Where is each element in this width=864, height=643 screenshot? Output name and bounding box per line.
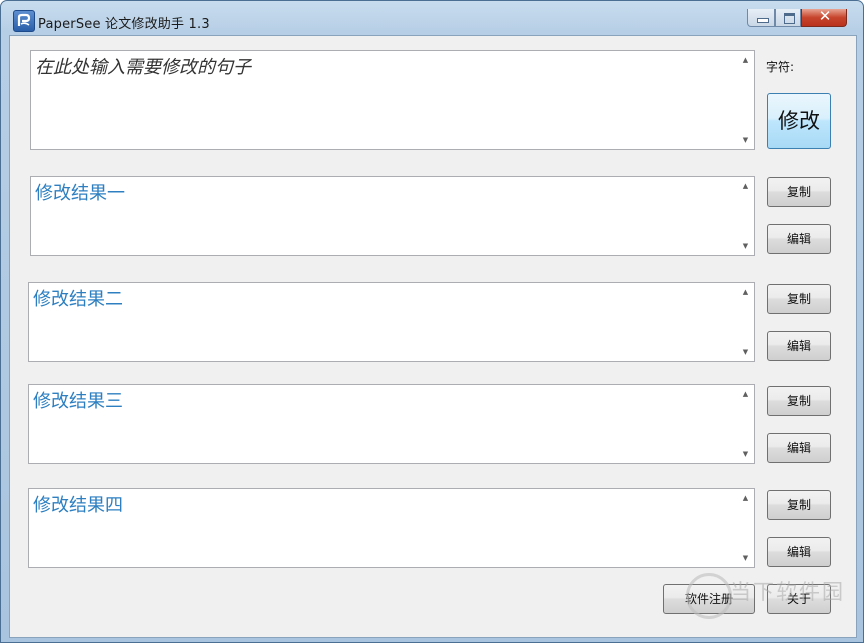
title-bar[interactable]: PaperSee 论文修改助手 1.3 ✕ xyxy=(1,1,863,35)
close-icon: ✕ xyxy=(818,7,832,25)
scroll-down-arrow-icon[interactable]: ▼ xyxy=(737,447,754,461)
close-button[interactable]: ✕ xyxy=(801,7,847,27)
sentence-input[interactable]: 在此处输入需要修改的句子 ▲ ▼ xyxy=(30,50,755,150)
scroll-up-arrow-icon[interactable]: ▲ xyxy=(737,387,754,401)
maximize-button[interactable] xyxy=(775,9,801,27)
char-count-label: 字符: xyxy=(766,60,795,74)
result-4-scrollbar[interactable]: ▲ ▼ xyxy=(737,489,754,567)
result-text-3: 修改结果三 xyxy=(33,391,123,412)
result-3-scrollbar[interactable]: ▲ ▼ xyxy=(737,385,754,463)
window-title: PaperSee 论文修改助手 1.3 xyxy=(38,17,210,32)
maximize-icon xyxy=(784,13,795,24)
modify-button[interactable]: 修改 xyxy=(767,93,831,149)
scroll-down-arrow-icon[interactable]: ▼ xyxy=(737,345,754,359)
app-window: PaperSee 论文修改助手 1.3 ✕ 在此处输入需要修改的句子 ▲ ▼ 字… xyxy=(0,0,864,643)
scroll-up-arrow-icon[interactable]: ▲ xyxy=(737,53,754,67)
sentence-input-text: 在此处输入需要修改的句子 xyxy=(35,57,251,78)
edit-button-3[interactable]: 编辑 xyxy=(767,433,831,463)
minimize-icon xyxy=(757,18,769,23)
result-box-1[interactable]: 修改结果一 ▲ ▼ xyxy=(30,176,755,256)
input-scrollbar[interactable]: ▲ ▼ xyxy=(737,51,754,149)
result-text-2: 修改结果二 xyxy=(33,289,123,310)
result-text-4: 修改结果四 xyxy=(33,495,123,516)
papersee-logo-icon xyxy=(13,10,35,32)
about-button[interactable]: 关于 xyxy=(767,584,831,614)
copy-button-2[interactable]: 复制 xyxy=(767,284,831,314)
result-box-4[interactable]: 修改结果四 ▲ ▼ xyxy=(28,488,755,568)
scroll-down-arrow-icon[interactable]: ▼ xyxy=(737,133,754,147)
scroll-up-arrow-icon[interactable]: ▲ xyxy=(737,179,754,193)
scroll-up-arrow-icon[interactable]: ▲ xyxy=(737,285,754,299)
copy-button-3[interactable]: 复制 xyxy=(767,386,831,416)
client-area: 在此处输入需要修改的句子 ▲ ▼ 字符: 修改 修改结果一 ▲ ▼ 复制 编辑 … xyxy=(9,35,857,638)
result-box-3[interactable]: 修改结果三 ▲ ▼ xyxy=(28,384,755,464)
scroll-down-arrow-icon[interactable]: ▼ xyxy=(737,551,754,565)
scroll-up-arrow-icon[interactable]: ▲ xyxy=(737,491,754,505)
result-box-2[interactable]: 修改结果二 ▲ ▼ xyxy=(28,282,755,362)
copy-button-1[interactable]: 复制 xyxy=(767,177,831,207)
register-button[interactable]: 软件注册 xyxy=(663,584,755,614)
result-1-scrollbar[interactable]: ▲ ▼ xyxy=(737,177,754,255)
scroll-down-arrow-icon[interactable]: ▼ xyxy=(737,239,754,253)
edit-button-1[interactable]: 编辑 xyxy=(767,224,831,254)
result-2-scrollbar[interactable]: ▲ ▼ xyxy=(737,283,754,361)
edit-button-4[interactable]: 编辑 xyxy=(767,537,831,567)
edit-button-2[interactable]: 编辑 xyxy=(767,331,831,361)
copy-button-4[interactable]: 复制 xyxy=(767,490,831,520)
minimize-button[interactable] xyxy=(747,9,775,27)
result-text-1: 修改结果一 xyxy=(35,183,125,204)
